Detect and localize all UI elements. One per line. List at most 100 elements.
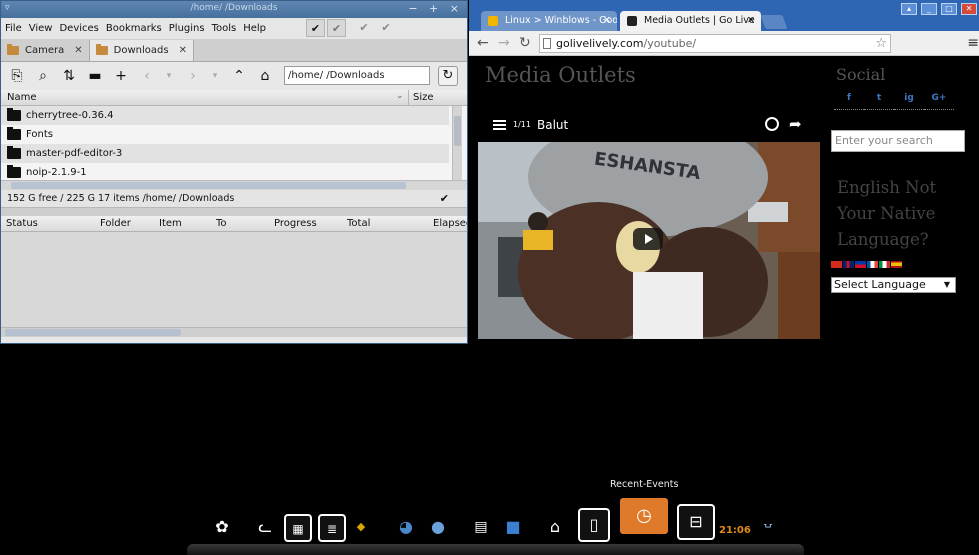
horizontal-scrollbar[interactable] bbox=[1, 180, 467, 190]
instagram-icon[interactable]: ig bbox=[894, 93, 924, 110]
twitter-icon[interactable]: t bbox=[864, 93, 894, 110]
close-icon[interactable]: ✕ bbox=[747, 11, 755, 31]
menu-tools[interactable]: Tools bbox=[212, 23, 237, 34]
flag-icon[interactable] bbox=[843, 261, 854, 268]
close-icon[interactable]: ✕ bbox=[603, 11, 611, 31]
checkmark-icon[interactable]: ✔ bbox=[440, 190, 449, 208]
menu-file[interactable]: File bbox=[5, 23, 22, 34]
document-search-icon[interactable]: ⌕ bbox=[33, 66, 53, 86]
list-item[interactable]: master-pdf-editor-3 bbox=[1, 144, 449, 163]
play-button[interactable] bbox=[633, 228, 663, 250]
reload-icon[interactable]: ↻ bbox=[519, 35, 531, 51]
watch-later-icon[interactable] bbox=[765, 117, 779, 131]
chevron-down-icon[interactable]: ⌄ bbox=[396, 91, 404, 101]
language-select[interactable]: Select Language ▼ bbox=[831, 277, 956, 293]
home-icon[interactable]: ⌂ bbox=[255, 66, 275, 86]
window-switcher-icon[interactable]: ⊟ bbox=[677, 504, 715, 540]
maximize-icon[interactable]: □ bbox=[941, 3, 957, 15]
refresh-icon[interactable]: ↻ bbox=[438, 66, 458, 86]
column-progress[interactable]: Progress bbox=[274, 218, 317, 229]
scrollbar-thumb[interactable] bbox=[454, 116, 461, 146]
menu-bookmarks[interactable]: Bookmarks bbox=[106, 23, 162, 34]
sync-icon[interactable]: ⇅ bbox=[59, 66, 79, 86]
network-icon[interactable]: ◕ bbox=[392, 514, 420, 542]
checkmark-icon[interactable]: ✔ bbox=[377, 19, 395, 37]
column-total[interactable]: Total bbox=[347, 218, 370, 229]
add-icon[interactable]: + bbox=[111, 66, 131, 86]
tab-camera[interactable]: Camera ✕ bbox=[1, 40, 90, 61]
flag-icon[interactable] bbox=[879, 261, 890, 268]
checkmark-icon[interactable]: ✔ bbox=[306, 19, 325, 37]
home-folder-icon[interactable]: ⌂ bbox=[541, 514, 569, 542]
window-controls[interactable]: − + × bbox=[408, 2, 463, 15]
search-input[interactable]: Enter your search bbox=[831, 130, 965, 152]
fm-titlebar[interactable]: ▿ /home/ /Downloads − + × bbox=[1, 1, 467, 18]
flag-icon[interactable] bbox=[831, 261, 842, 268]
user-icon[interactable]: ▴ bbox=[901, 3, 917, 15]
game-icon[interactable]: ◆ bbox=[352, 514, 370, 542]
menu-view[interactable]: View bbox=[29, 23, 53, 34]
list-item[interactable]: cherrytree-0.36.4 bbox=[1, 106, 449, 125]
google-plus-icon[interactable]: G+ bbox=[924, 93, 954, 110]
playlist-icon[interactable] bbox=[493, 120, 506, 130]
pane-divider[interactable] bbox=[1, 208, 467, 216]
back-icon[interactable]: ‹ bbox=[137, 66, 157, 86]
path-input[interactable]: /home/ /Downloads bbox=[284, 66, 430, 85]
facebook-icon[interactable]: f bbox=[834, 93, 864, 110]
back-icon[interactable]: ← bbox=[477, 35, 489, 51]
recent-events-icon[interactable]: ◷ bbox=[620, 498, 668, 534]
chevron-down-icon[interactable]: ▾ bbox=[159, 66, 179, 86]
video-player[interactable]: ESHANSTA bbox=[478, 142, 820, 339]
address-bar[interactable]: golivelively.com/youtube/ ☆ bbox=[539, 34, 891, 53]
browser-tab-linux[interactable]: Linux > Winblows - Goo ✕ bbox=[481, 11, 617, 31]
forward-icon[interactable]: → bbox=[498, 35, 510, 51]
menu-help[interactable]: Help bbox=[243, 23, 266, 34]
minimize-icon[interactable]: _ bbox=[921, 3, 937, 15]
gimp-icon[interactable]: ✿ bbox=[208, 514, 236, 542]
share-icon[interactable]: ➦ bbox=[789, 115, 802, 133]
tab-downloads[interactable]: Downloads ✕ bbox=[89, 40, 194, 61]
column-elapsed[interactable]: Elapsed bbox=[433, 218, 467, 229]
close-icon[interactable]: ✕ bbox=[961, 3, 977, 15]
column-size[interactable]: Size bbox=[413, 92, 434, 103]
close-icon[interactable]: ✕ bbox=[179, 45, 187, 56]
text-editor-icon[interactable]: ≣ bbox=[318, 514, 346, 542]
browser-tab-media-outlets[interactable]: Media Outlets | Go Live ✕ bbox=[620, 11, 761, 31]
chat-icon[interactable]: ● bbox=[424, 514, 452, 542]
new-folder-icon[interactable]: ▬ bbox=[85, 66, 105, 86]
star-icon[interactable]: ☆ bbox=[875, 35, 887, 52]
close-icon[interactable]: ✕ bbox=[74, 45, 82, 56]
documents-icon[interactable]: ▤ bbox=[467, 514, 495, 542]
bookmark-icon[interactable]: ⎘ bbox=[7, 66, 27, 86]
list-item[interactable]: Fonts bbox=[1, 125, 449, 144]
column-status[interactable]: Status bbox=[6, 218, 38, 229]
flag-icon[interactable] bbox=[855, 261, 866, 268]
cat-app-icon[interactable]: ᓚ bbox=[251, 514, 279, 542]
flag-icon[interactable] bbox=[867, 261, 878, 268]
column-item[interactable]: Item bbox=[159, 218, 182, 229]
checkmark-icon[interactable]: ✔ bbox=[327, 19, 346, 37]
menu-plugins[interactable]: Plugins bbox=[169, 23, 205, 34]
horizontal-scrollbar[interactable] bbox=[1, 327, 467, 337]
flag-icon[interactable] bbox=[891, 261, 902, 268]
up-icon[interactable]: ⌃ bbox=[229, 66, 249, 86]
web-page: Media Outlets 1/11 Balut ➦ ESHANSTA Soci… bbox=[469, 57, 979, 344]
menu-devices[interactable]: Devices bbox=[59, 23, 98, 34]
column-divider[interactable] bbox=[408, 90, 409, 106]
column-folder[interactable]: Folder bbox=[100, 218, 131, 229]
file-icon[interactable]: ▯ bbox=[578, 508, 610, 542]
column-name[interactable]: Name bbox=[7, 92, 37, 103]
new-tab-button[interactable] bbox=[760, 15, 788, 29]
package-icon[interactable]: ■ bbox=[499, 514, 527, 542]
menu-icon[interactable]: ≡ bbox=[967, 35, 979, 51]
forward-icon[interactable]: › bbox=[183, 66, 203, 86]
video-title[interactable]: Balut bbox=[537, 118, 568, 132]
calculator-icon[interactable]: ▦ bbox=[284, 514, 312, 542]
dock-tooltip: Recent-Events bbox=[610, 479, 679, 490]
scrollbar-thumb[interactable] bbox=[5, 329, 181, 336]
network-status-icon[interactable]: ⍽ bbox=[760, 514, 776, 530]
scrollbar-thumb[interactable] bbox=[11, 182, 406, 189]
column-to[interactable]: To bbox=[216, 218, 227, 229]
chevron-down-icon[interactable]: ▾ bbox=[205, 66, 225, 86]
checkmark-icon[interactable]: ✔ bbox=[355, 19, 373, 37]
